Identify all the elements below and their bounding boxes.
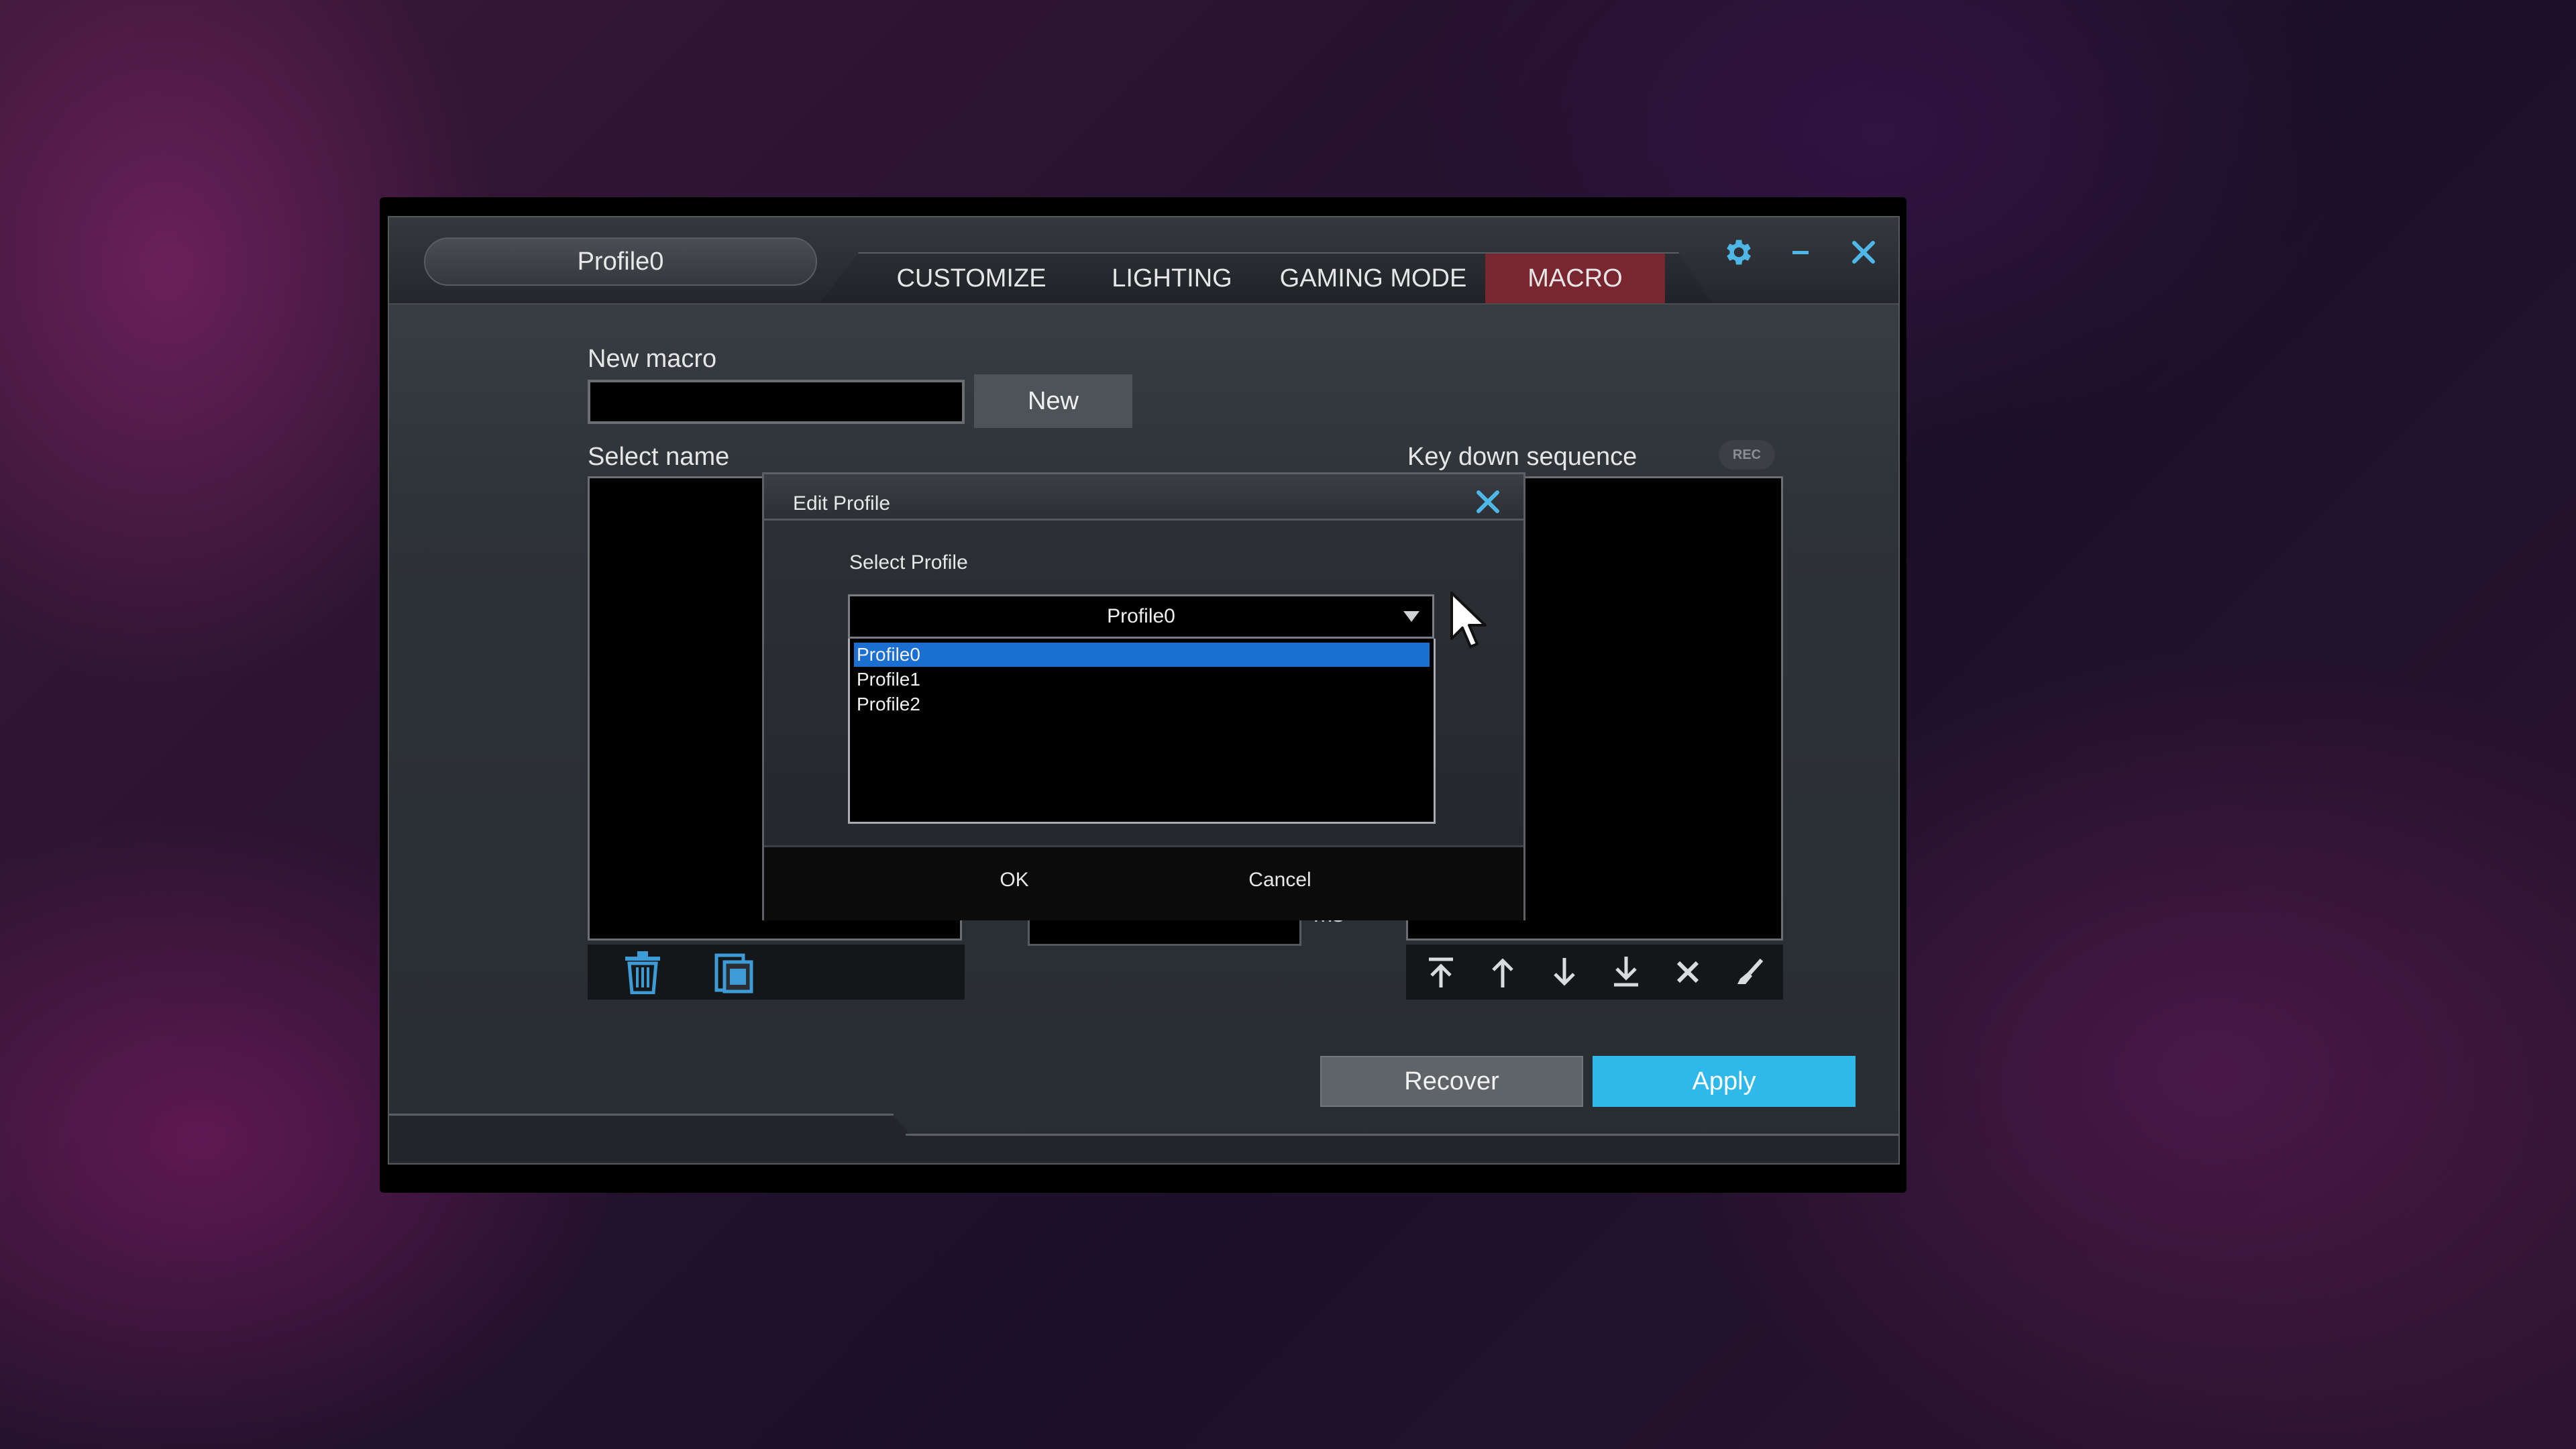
rec-button[interactable]: REC bbox=[1719, 440, 1775, 470]
list-item-profile1[interactable]: Profile1 bbox=[854, 667, 1430, 692]
chevron-down-icon[interactable] bbox=[1399, 601, 1424, 632]
profile-listbox: Profile0 Profile1 Profile2 bbox=[848, 639, 1436, 824]
select-profile-label: Select Profile bbox=[849, 551, 968, 574]
copy-macro-icon[interactable] bbox=[707, 945, 761, 1000]
ok-button[interactable]: OK bbox=[961, 861, 1068, 899]
move-down-icon[interactable] bbox=[1538, 945, 1591, 1000]
move-up-icon[interactable] bbox=[1476, 945, 1529, 1000]
apply-button[interactable]: Apply bbox=[1593, 1056, 1856, 1107]
profile-dropdown[interactable]: Profile0 bbox=[848, 594, 1434, 639]
dialog-close-icon[interactable] bbox=[1469, 483, 1507, 521]
select-name-label: Select name bbox=[588, 443, 730, 471]
list-item-profile0[interactable]: Profile0 bbox=[854, 643, 1430, 667]
move-to-top-icon[interactable] bbox=[1414, 945, 1468, 1000]
gear-icon[interactable] bbox=[1716, 231, 1759, 274]
new-macro-input[interactable] bbox=[588, 380, 965, 424]
recover-button[interactable]: Recover bbox=[1320, 1056, 1583, 1107]
cancel-button[interactable]: Cancel bbox=[1213, 861, 1347, 899]
tab-customize[interactable]: CUSTOMIZE bbox=[884, 254, 1059, 303]
mouse-cursor-icon bbox=[1449, 590, 1492, 652]
minimize-icon[interactable] bbox=[1779, 231, 1822, 274]
tab-lighting[interactable]: LIGHTING bbox=[1088, 254, 1256, 303]
dialog-title: Edit Profile bbox=[793, 492, 891, 515]
trash-icon[interactable] bbox=[616, 945, 669, 1000]
divider bbox=[389, 1114, 894, 1116]
divider bbox=[906, 1134, 1898, 1136]
close-icon[interactable] bbox=[1842, 231, 1885, 274]
new-macro-button[interactable]: New bbox=[974, 374, 1132, 428]
move-to-bottom-icon[interactable] bbox=[1599, 945, 1653, 1000]
tab-gaming-mode[interactable]: GAMING MODE bbox=[1276, 254, 1470, 303]
clear-brush-icon[interactable] bbox=[1723, 945, 1776, 1000]
delete-step-icon[interactable] bbox=[1661, 945, 1715, 1000]
new-macro-label: New macro bbox=[588, 345, 717, 373]
key-down-sequence-label: Key down sequence bbox=[1407, 443, 1638, 471]
dialog-footer bbox=[764, 845, 1523, 920]
profile-name-pill[interactable]: Profile0 bbox=[424, 237, 817, 286]
list-item-profile2[interactable]: Profile2 bbox=[854, 692, 1430, 716]
tab-macro[interactable]: MACRO bbox=[1485, 254, 1665, 303]
